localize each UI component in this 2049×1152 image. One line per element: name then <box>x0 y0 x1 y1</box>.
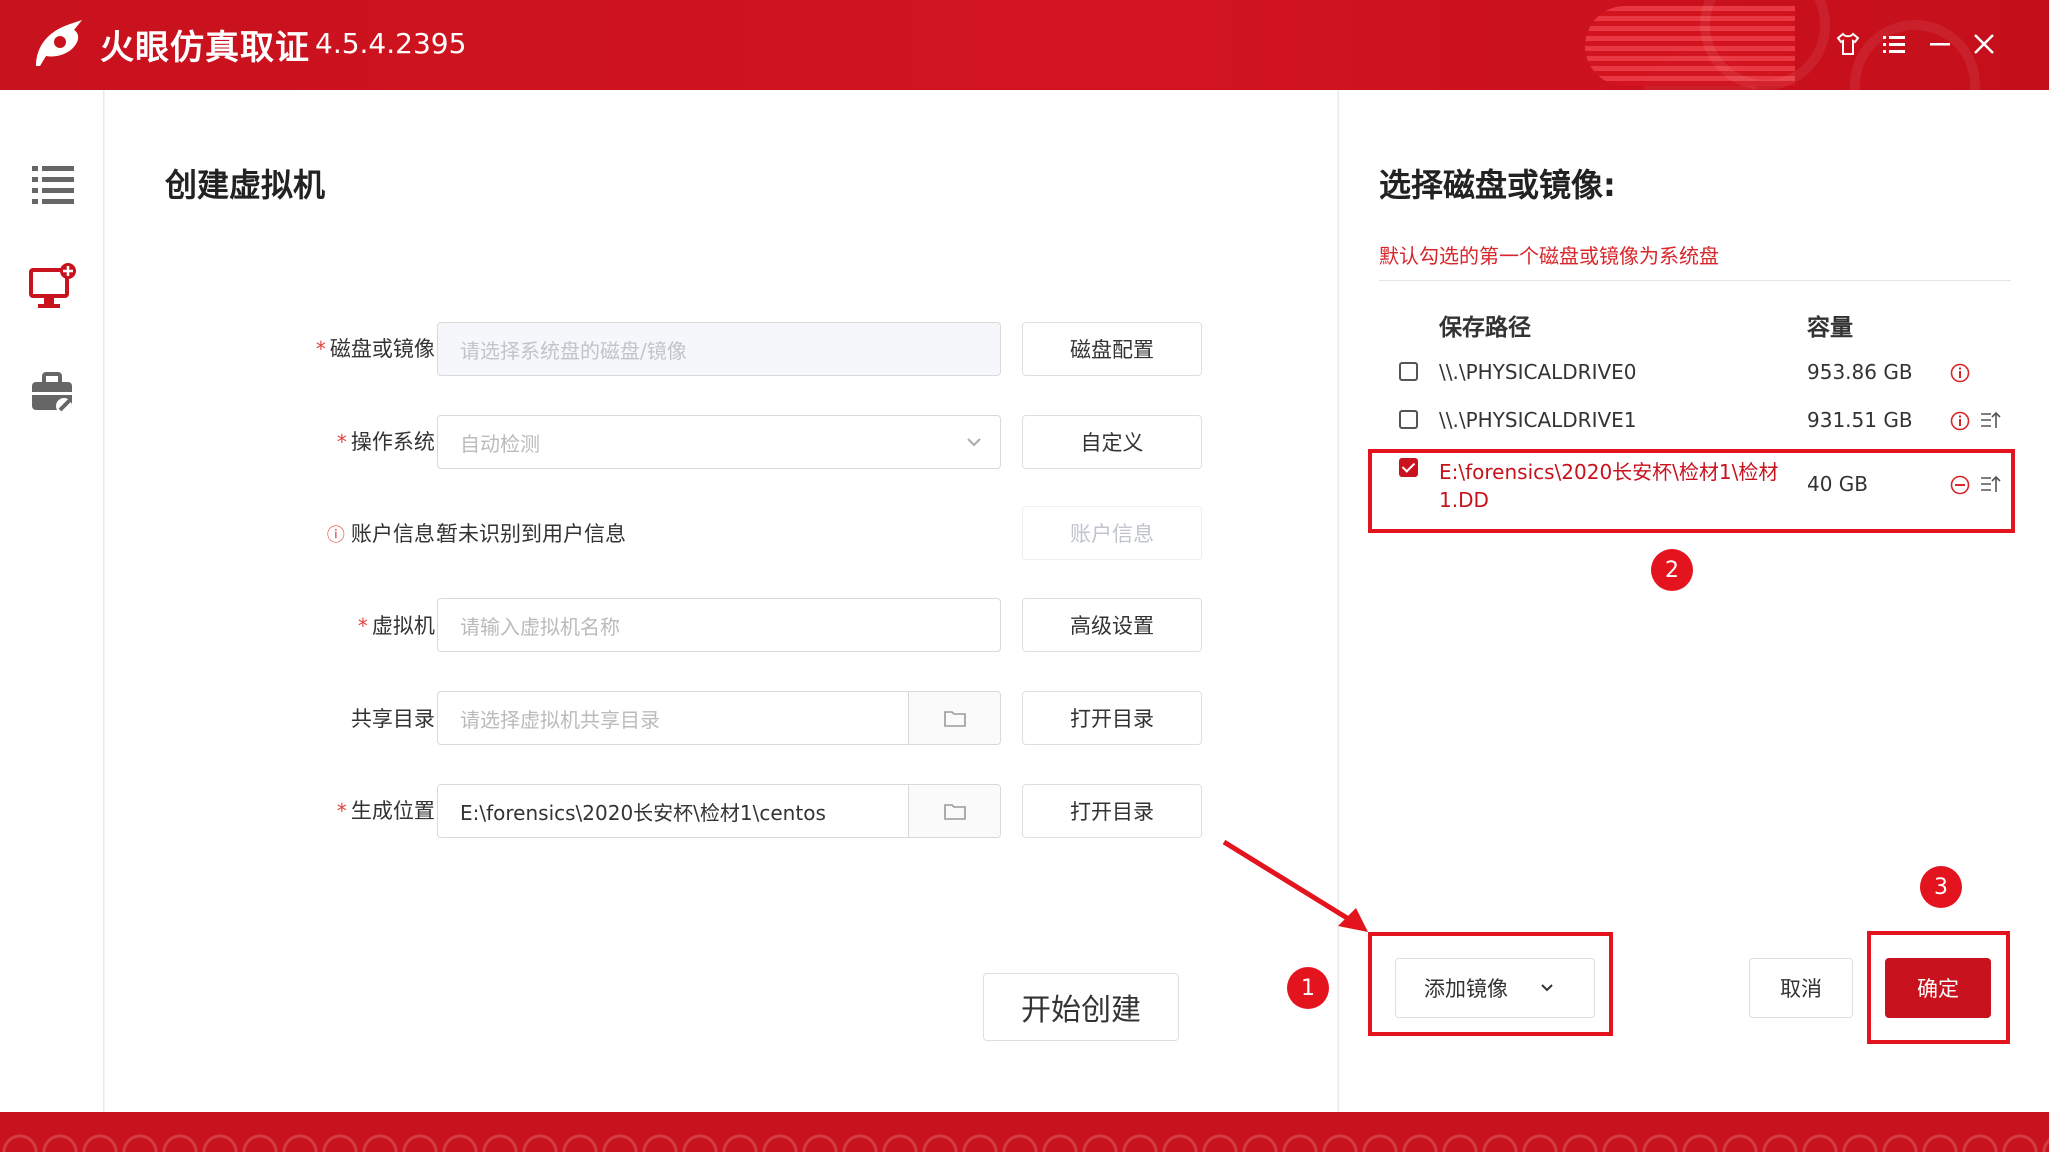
toolbox-icon[interactable] <box>28 368 78 418</box>
title-bar: 火眼仿真取证 4.5.4.2395 <box>0 0 2049 90</box>
account-info-button[interactable]: 账户信息 <box>1022 506 1202 560</box>
system-disk-hint: 默认勾选的第一个磁盘或镜像为系统盘 <box>1379 244 1719 268</box>
annotation-badge: 2 <box>1651 549 1693 591</box>
vm-name-label: * 虚拟机: <box>357 614 442 638</box>
disk-capacity: 953.86 GB <box>1807 360 1913 384</box>
side-nav <box>0 90 104 1112</box>
os-label: * 操作系统: <box>336 430 442 454</box>
divider <box>1379 280 2011 281</box>
list-icon[interactable] <box>28 158 78 208</box>
column-header-capacity: 容量 <box>1807 315 1853 341</box>
annotation-box-selected-row <box>1368 449 2015 533</box>
vm-name-input[interactable]: 请输入虚拟机名称 <box>437 598 1001 652</box>
open-share-dir-button[interactable]: 打开目录 <box>1022 691 1202 745</box>
app-title: 火眼仿真取证 <box>100 28 310 68</box>
monitor-add-icon[interactable] <box>28 262 78 312</box>
row-checkbox[interactable] <box>1399 362 1418 381</box>
custom-os-button[interactable]: 自定义 <box>1022 415 1202 469</box>
annotation-badge: 1 <box>1287 967 1329 1009</box>
annotation-arrow <box>1222 839 1368 932</box>
cancel-button[interactable]: 取消 <box>1749 958 1853 1018</box>
open-output-dir-button[interactable]: 打开目录 <box>1022 784 1202 838</box>
output-path-input[interactable]: E:\forensics\2020长安杯\检材1\centos <box>437 784 1001 838</box>
folder-icon[interactable] <box>908 785 1000 837</box>
column-header-path: 保存路径 <box>1439 315 1531 341</box>
os-select[interactable]: 自动检测 <box>437 415 1001 469</box>
create-vm-panel: 创建虚拟机 * 磁盘或镜像: 请选择系统盘的磁盘/镜像 磁盘配置 * 操作系统: 自… <box>105 90 1337 1112</box>
disk-config-button[interactable]: 磁盘配置 <box>1022 322 1202 376</box>
account-value: 暂未识别到用户信息 <box>437 522 626 546</box>
info-icon: ⓘ <box>326 525 345 546</box>
disk-select-title: 选择磁盘或镜像: <box>1379 166 1616 204</box>
disk-path: \\.\PHYSICALDRIVE0 <box>1439 360 1637 384</box>
share-dir-input[interactable]: 请选择虚拟机共享目录 <box>437 691 1001 745</box>
folder-icon[interactable] <box>908 692 1000 744</box>
decorative-footer <box>0 1112 2049 1152</box>
info-icon[interactable] <box>1949 362 1971 384</box>
app-version: 4.5.4.2395 <box>315 27 467 60</box>
output-label: * 生成位置: <box>336 799 442 823</box>
decorative-arc <box>1850 20 1980 90</box>
account-label: ⓘ 账户信息: <box>326 522 442 546</box>
chevron-down-icon <box>967 438 981 447</box>
start-create-button[interactable]: 开始创建 <box>983 973 1179 1041</box>
annotation-badge: 3 <box>1920 866 1962 908</box>
disk-path: \\.\PHYSICALDRIVE1 <box>1439 408 1637 432</box>
annotation-box-ok <box>1867 931 2010 1044</box>
advanced-settings-button[interactable]: 高级设置 <box>1022 598 1202 652</box>
info-icon[interactable] <box>1949 410 1971 432</box>
close-icon[interactable] <box>1966 26 2002 62</box>
menu-icon[interactable] <box>1876 26 1912 62</box>
disk-label: * 磁盘或镜像: <box>315 337 442 361</box>
app-logo-icon <box>36 20 82 66</box>
row-checkbox[interactable] <box>1399 410 1418 429</box>
disk-capacity: 931.51 GB <box>1807 408 1913 432</box>
share-dir-label: 共享目录: <box>350 707 442 731</box>
minimize-icon[interactable] <box>1922 26 1958 62</box>
set-system-disk-icon[interactable] <box>1979 410 2001 432</box>
disk-field[interactable]: 请选择系统盘的磁盘/镜像 <box>437 322 1001 376</box>
skin-icon[interactable] <box>1830 26 1866 62</box>
page-title: 创建虚拟机 <box>165 166 326 204</box>
annotation-box-add-image <box>1368 932 1613 1036</box>
